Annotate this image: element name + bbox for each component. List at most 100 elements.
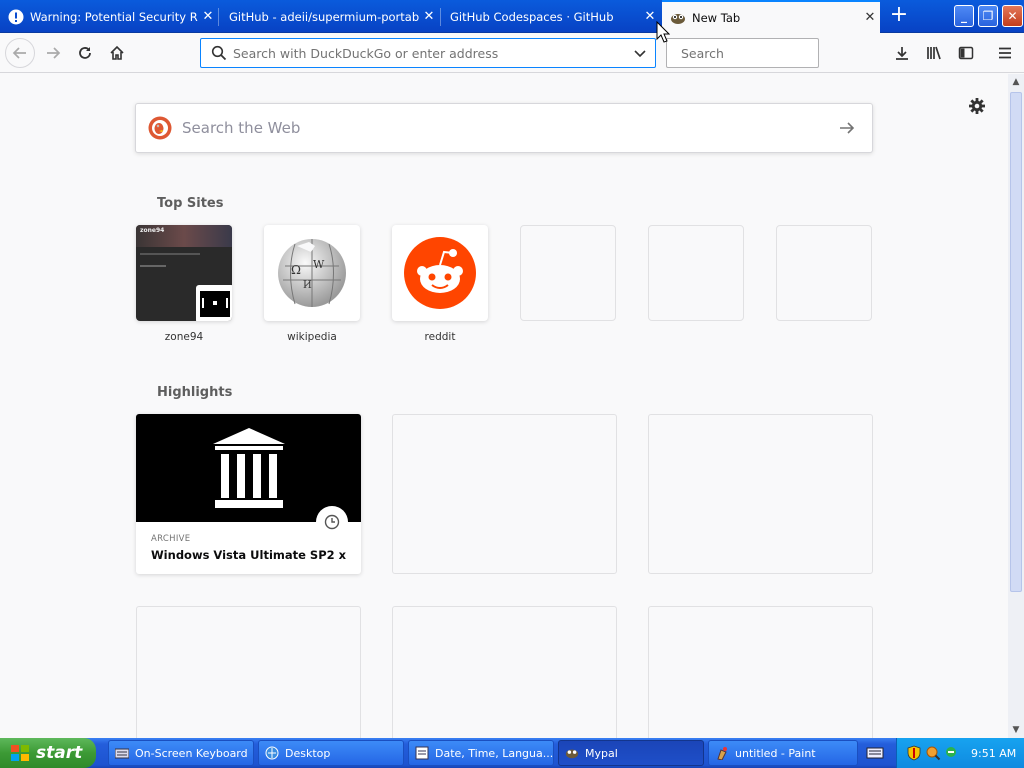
minimize-button[interactable]: _ bbox=[954, 5, 974, 27]
scroll-up-icon[interactable]: ▲ bbox=[1008, 74, 1024, 90]
downloads-button[interactable] bbox=[888, 39, 916, 67]
chevron-down-icon bbox=[634, 50, 646, 58]
svg-text:W: W bbox=[313, 258, 325, 271]
hamburger-menu-icon bbox=[999, 47, 1011, 59]
task-label: Mypal bbox=[585, 746, 618, 760]
empty-highlight-slot bbox=[392, 414, 617, 574]
empty-top-site-slot[interactable] bbox=[520, 225, 616, 321]
menu-button[interactable] bbox=[991, 39, 1019, 67]
top-site-label: wikipedia bbox=[287, 331, 337, 343]
reddit-icon bbox=[404, 237, 476, 309]
reddit-tile bbox=[392, 225, 488, 321]
svg-text:И: И bbox=[303, 280, 312, 291]
taskbar-item-date-time[interactable]: Date, Time, Langua... bbox=[408, 740, 554, 766]
task-label: Date, Time, Langua... bbox=[435, 746, 554, 760]
wikipedia-tile: ΩWИ bbox=[264, 225, 360, 321]
vertical-scrollbar[interactable]: ▲ ▼ bbox=[1008, 74, 1024, 738]
close-tab-icon[interactable]: ✕ bbox=[198, 9, 218, 24]
address-bar[interactable] bbox=[200, 38, 656, 68]
top-site-zone94[interactable]: zone94 zone94 bbox=[136, 225, 232, 343]
keyboard-layout-icon[interactable] bbox=[866, 745, 884, 761]
close-tab-icon[interactable]: ✕ bbox=[860, 10, 880, 25]
gear-icon bbox=[969, 98, 985, 114]
task-label: Desktop bbox=[285, 746, 331, 760]
top-site-label: zone94 bbox=[164, 331, 204, 343]
taskbar-item-paint[interactable]: untitled - Paint bbox=[708, 740, 858, 766]
tab-title: GitHub - adeii/supermium-portable: Porta… bbox=[229, 9, 419, 24]
windows-logo-icon bbox=[11, 745, 29, 761]
archive-building-icon bbox=[212, 428, 285, 508]
clock-time[interactable]: 9:51 AM bbox=[971, 747, 1016, 760]
empty-top-site-slot[interactable] bbox=[648, 225, 744, 321]
mypal-icon bbox=[565, 746, 579, 760]
new-tab-button[interactable]: + bbox=[887, 4, 911, 28]
settings-button[interactable] bbox=[966, 95, 988, 117]
paint-icon bbox=[715, 746, 729, 760]
network-icon[interactable] bbox=[945, 745, 959, 761]
new-tab-page: Top Sites zone94 zone94 ΩWИ wikipedia re… bbox=[0, 74, 1008, 738]
system-tray: 9:51 AM bbox=[896, 738, 1024, 768]
tab-title: GitHub Codespaces · GitHub bbox=[450, 9, 614, 24]
task-label: On-Screen Keyboard bbox=[135, 746, 248, 760]
empty-top-site-slot[interactable] bbox=[776, 225, 872, 321]
taskbar-item-desktop[interactable]: Desktop bbox=[258, 740, 404, 766]
reload-button[interactable] bbox=[71, 39, 99, 67]
top-site-wikipedia[interactable]: ΩWИ wikipedia bbox=[264, 225, 360, 343]
close-window-button[interactable]: ✕ bbox=[1002, 5, 1023, 27]
back-button[interactable] bbox=[5, 38, 35, 68]
empty-highlight-slot bbox=[392, 606, 617, 738]
sidebar-button[interactable] bbox=[952, 39, 980, 67]
web-search-input[interactable] bbox=[182, 119, 838, 137]
taskbar-item-mypal[interactable]: Mypal bbox=[558, 740, 704, 766]
forward-arrow-icon bbox=[47, 47, 61, 59]
mypal-icon bbox=[670, 10, 686, 26]
search-icon bbox=[211, 45, 227, 61]
zone94-favicon bbox=[196, 285, 232, 321]
start-button[interactable]: start bbox=[0, 738, 96, 768]
task-label: untitled - Paint bbox=[735, 746, 816, 760]
search-tray-icon[interactable] bbox=[925, 745, 941, 761]
home-button[interactable] bbox=[103, 39, 131, 67]
history-badge bbox=[316, 506, 348, 538]
reload-icon bbox=[79, 47, 91, 59]
restore-button[interactable]: ❐ bbox=[978, 5, 998, 27]
sidebar-icon bbox=[958, 46, 974, 60]
zone94-thumbnail: zone94 bbox=[136, 225, 232, 321]
back-arrow-icon bbox=[12, 47, 26, 59]
top-sites-heading: Top Sites bbox=[157, 196, 224, 211]
search-bar[interactable] bbox=[666, 38, 837, 68]
close-tab-icon[interactable]: ✕ bbox=[419, 9, 439, 24]
warning-icon bbox=[8, 9, 24, 25]
tab-title: New Tab bbox=[692, 10, 741, 25]
top-site-reddit[interactable]: reddit bbox=[392, 225, 488, 343]
highlights-heading: Highlights bbox=[157, 385, 233, 400]
highlight-source: ARCHIVE bbox=[151, 534, 191, 544]
date-time-icon bbox=[415, 746, 429, 760]
arrow-right-icon bbox=[840, 122, 855, 134]
web-search-box[interactable] bbox=[135, 103, 873, 153]
navigation-toolbar bbox=[0, 33, 1024, 73]
tab-strip: Warning: Potential Security Risk Ahead ✕… bbox=[0, 0, 1024, 33]
scroll-thumb[interactable] bbox=[1010, 92, 1022, 592]
address-input[interactable] bbox=[233, 45, 633, 61]
tab-new-tab[interactable]: New Tab ✕ bbox=[662, 0, 880, 33]
highlight-title: Windows Vista Ultimate SP2 x64... bbox=[151, 548, 346, 562]
download-icon bbox=[896, 47, 908, 60]
tab-github-codespaces[interactable]: GitHub Codespaces · GitHub ✕ bbox=[442, 0, 660, 33]
tab-security-warning[interactable]: Warning: Potential Security Risk Ahead ✕ bbox=[0, 0, 218, 33]
highlight-card[interactable]: ARCHIVE Windows Vista Ultimate SP2 x64..… bbox=[136, 414, 361, 574]
forward-button[interactable] bbox=[39, 39, 67, 67]
start-label: start bbox=[36, 743, 83, 763]
scroll-down-icon[interactable]: ▼ bbox=[1008, 722, 1024, 738]
duckduckgo-icon bbox=[148, 116, 172, 140]
search-input[interactable] bbox=[681, 45, 837, 61]
wikipedia-globe-icon: Ω WИ bbox=[278, 239, 346, 307]
tab-separator bbox=[440, 8, 441, 26]
security-shield-icon[interactable] bbox=[907, 745, 921, 761]
empty-highlight-slot bbox=[648, 606, 873, 738]
taskbar-item-on-screen-keyboard[interactable]: On-Screen Keyboard bbox=[108, 740, 254, 766]
tab-github-supermium[interactable]: GitHub - adeii/supermium-portable: Porta… bbox=[221, 0, 439, 33]
library-button[interactable] bbox=[920, 39, 948, 67]
tab-title: Warning: Potential Security Risk Ahead bbox=[30, 9, 198, 24]
empty-highlight-slot bbox=[136, 606, 361, 738]
